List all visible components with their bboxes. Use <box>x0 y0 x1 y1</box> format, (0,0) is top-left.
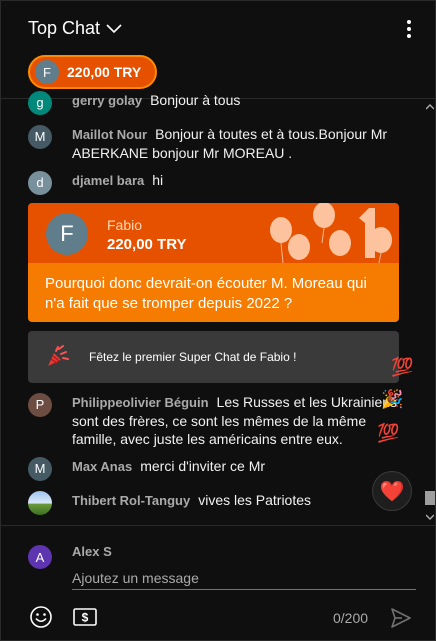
chat-message: M Maillot Nour Bonjour à toutes et à tous… <box>28 125 400 162</box>
message-text: hi <box>152 172 164 188</box>
author-name[interactable]: Max Anas <box>72 459 132 474</box>
chat-mode-dropdown[interactable]: Top Chat <box>28 18 122 39</box>
message-text: vives les Patriotes <box>198 492 312 508</box>
heart-icon: ❤️ <box>379 480 405 503</box>
chat-message: g gerry golay Bonjour à tous <box>28 91 400 115</box>
svg-text:$: $ <box>82 611 89 625</box>
live-chat-panel: Top Chat F 220,00 TRY g gerry golay Bonjo… <box>0 0 436 641</box>
super-chat-header: F Fabio 220,00 TRY <box>28 203 399 263</box>
super-chat-money-icon[interactable]: $ <box>73 608 97 626</box>
party-popper-icon <box>48 345 69 366</box>
avatar-photo[interactable] <box>28 491 52 515</box>
chat-message: d djamel bara hi <box>28 171 400 195</box>
super-chat-author[interactable]: Fabio <box>107 217 142 233</box>
avatar[interactable]: P <box>28 393 52 417</box>
hundred-reaction-icon: 💯 <box>391 357 414 377</box>
celebrate-text: Fêtez le premier Super Chat de Fabio ! <box>89 350 297 364</box>
send-icon[interactable] <box>389 606 413 630</box>
avatar[interactable]: d <box>28 171 52 195</box>
avatar[interactable]: g <box>28 91 52 115</box>
chat-header: Top Chat <box>1 1 435 57</box>
chat-message: P Philippeolivier Béguin Les Russes et le… <box>28 393 400 448</box>
author-name[interactable]: gerry golay <box>72 93 142 108</box>
ticker-amount: 220,00 TRY <box>67 64 142 80</box>
message-text: Bonjour à tous <box>150 92 241 108</box>
chevron-down-icon <box>106 24 122 34</box>
author-name[interactable]: Maillot Nour <box>72 127 147 142</box>
celebrate-super-chat-button[interactable]: Fêtez le premier Super Chat de Fabio ! <box>28 331 399 383</box>
chat-message-list: g gerry golay Bonjour à tous M Maillot No… <box>1 89 421 523</box>
ticker-item-fabio[interactable]: F 220,00 TRY <box>28 55 158 89</box>
balloons-decoration-icon <box>270 203 392 263</box>
super-chat-amount: 220,00 TRY <box>107 236 187 253</box>
message-input[interactable] <box>72 566 416 590</box>
avatar[interactable]: M <box>28 457 52 481</box>
chat-message: M Max Anas merci d'inviter ce Mr <box>28 457 400 481</box>
character-counter: 0/200 <box>333 610 369 626</box>
scroll-down-icon[interactable] <box>426 513 434 521</box>
super-chat-ticker: F 220,00 TRY <box>28 55 158 89</box>
super-chat-avatar[interactable]: F <box>46 213 88 255</box>
hundred-reaction-icon: 💯 <box>377 423 400 443</box>
chat-mode-label: Top Chat <box>28 18 101 38</box>
author-name[interactable]: Thibert Rol-Tanguy <box>72 493 190 508</box>
ticker-avatar: F <box>35 60 59 84</box>
heart-reaction-button[interactable]: ❤️ <box>372 471 412 511</box>
scroll-up-icon[interactable] <box>426 103 434 111</box>
scrollbar-thumb[interactable] <box>425 491 435 505</box>
message-text: merci d'inviter ce Mr <box>140 458 266 474</box>
avatar[interactable]: M <box>28 125 52 149</box>
more-vert-icon[interactable] <box>401 17 417 41</box>
super-chat-body: Pourquoi donc devrait-on écouter M. More… <box>28 263 399 322</box>
super-chat-message[interactable]: F Fabio 220,00 TRY Pourquoi donc devrait… <box>28 203 399 322</box>
party-reaction-icon: 🎉 <box>381 389 404 409</box>
user-name: Alex S <box>72 544 112 559</box>
chat-scrollbar[interactable] <box>423 99 436 525</box>
author-name[interactable]: djamel bara <box>72 173 144 188</box>
author-name[interactable]: Philippeolivier Béguin <box>72 395 209 410</box>
emoji-icon[interactable] <box>29 605 53 629</box>
chat-message: Thibert Rol-Tanguy vives les Patriotes <box>28 491 400 515</box>
user-avatar: A <box>28 545 52 569</box>
message-composer: A Alex S $ 0/200 <box>1 526 435 641</box>
